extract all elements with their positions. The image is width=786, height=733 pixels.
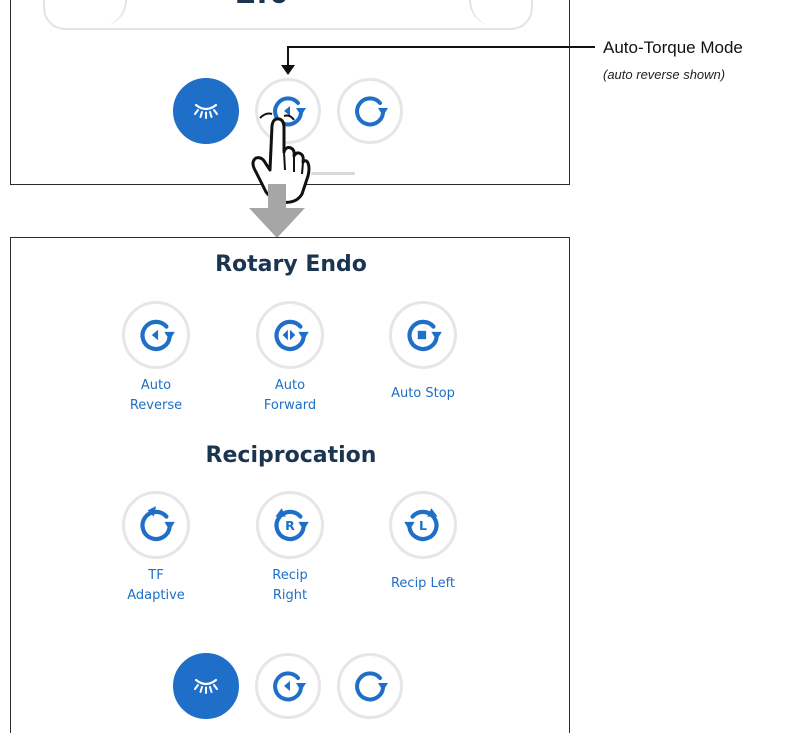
auto-reverse-button[interactable] xyxy=(122,301,190,369)
tf-adaptive-label: TF Adaptive xyxy=(127,568,185,603)
callout-title: Auto-Torque Mode xyxy=(603,38,743,57)
value-stepper: 1.0 xyxy=(43,0,533,30)
down-arrow-icon xyxy=(249,184,305,238)
tf-adaptive-button[interactable] xyxy=(122,491,190,559)
recip-left-glyph: L xyxy=(419,518,427,533)
reciprocation-heading: Reciprocation xyxy=(205,443,377,468)
reciprocation-mode-button[interactable] xyxy=(337,653,403,719)
increment-button[interactable] xyxy=(469,0,531,26)
light-icon xyxy=(194,678,218,694)
auto-forward-label: Auto Forward xyxy=(263,378,317,413)
auto-forward-icon xyxy=(274,319,309,352)
auto-stop-button[interactable] xyxy=(389,301,457,369)
recip-right-icon: R xyxy=(274,508,309,542)
home-indicator xyxy=(311,172,355,175)
reciprocation-icon xyxy=(355,96,388,127)
auto-torque-mode-button[interactable] xyxy=(255,653,321,719)
recip-right-label: Recip Right xyxy=(272,568,308,603)
callout-subtitle: (auto reverse shown) xyxy=(603,67,726,82)
recip-left-icon: L xyxy=(404,508,439,542)
callout-leader-line xyxy=(281,46,595,75)
auto-reverse-icon xyxy=(273,671,306,702)
light-icon xyxy=(194,103,218,119)
auto-stop-icon xyxy=(407,319,442,352)
value-display: 1.0 xyxy=(235,0,291,12)
recip-left-button[interactable]: L xyxy=(389,491,457,559)
rotary-endo-heading: Rotary Endo xyxy=(215,252,367,277)
light-button[interactable] xyxy=(173,78,239,144)
recip-left-label: Recip Left xyxy=(390,576,456,591)
recip-right-button[interactable]: R xyxy=(256,491,324,559)
recip-right-glyph: R xyxy=(285,518,295,533)
auto-reverse-icon xyxy=(140,319,175,352)
light-button[interactable] xyxy=(173,653,239,719)
auto-stop-label: Auto Stop xyxy=(391,386,455,401)
mode-menu-panel: Rotary Endo Auto Reverse Auto Forward Auto… xyxy=(10,237,570,733)
decrement-button[interactable] xyxy=(45,0,127,26)
reciprocation-mode-button[interactable] xyxy=(337,78,403,144)
tf-adaptive-icon xyxy=(140,506,175,542)
auto-reverse-label: Auto Reverse xyxy=(129,378,183,413)
reciprocation-icon xyxy=(355,671,388,702)
auto-forward-button[interactable] xyxy=(256,301,324,369)
